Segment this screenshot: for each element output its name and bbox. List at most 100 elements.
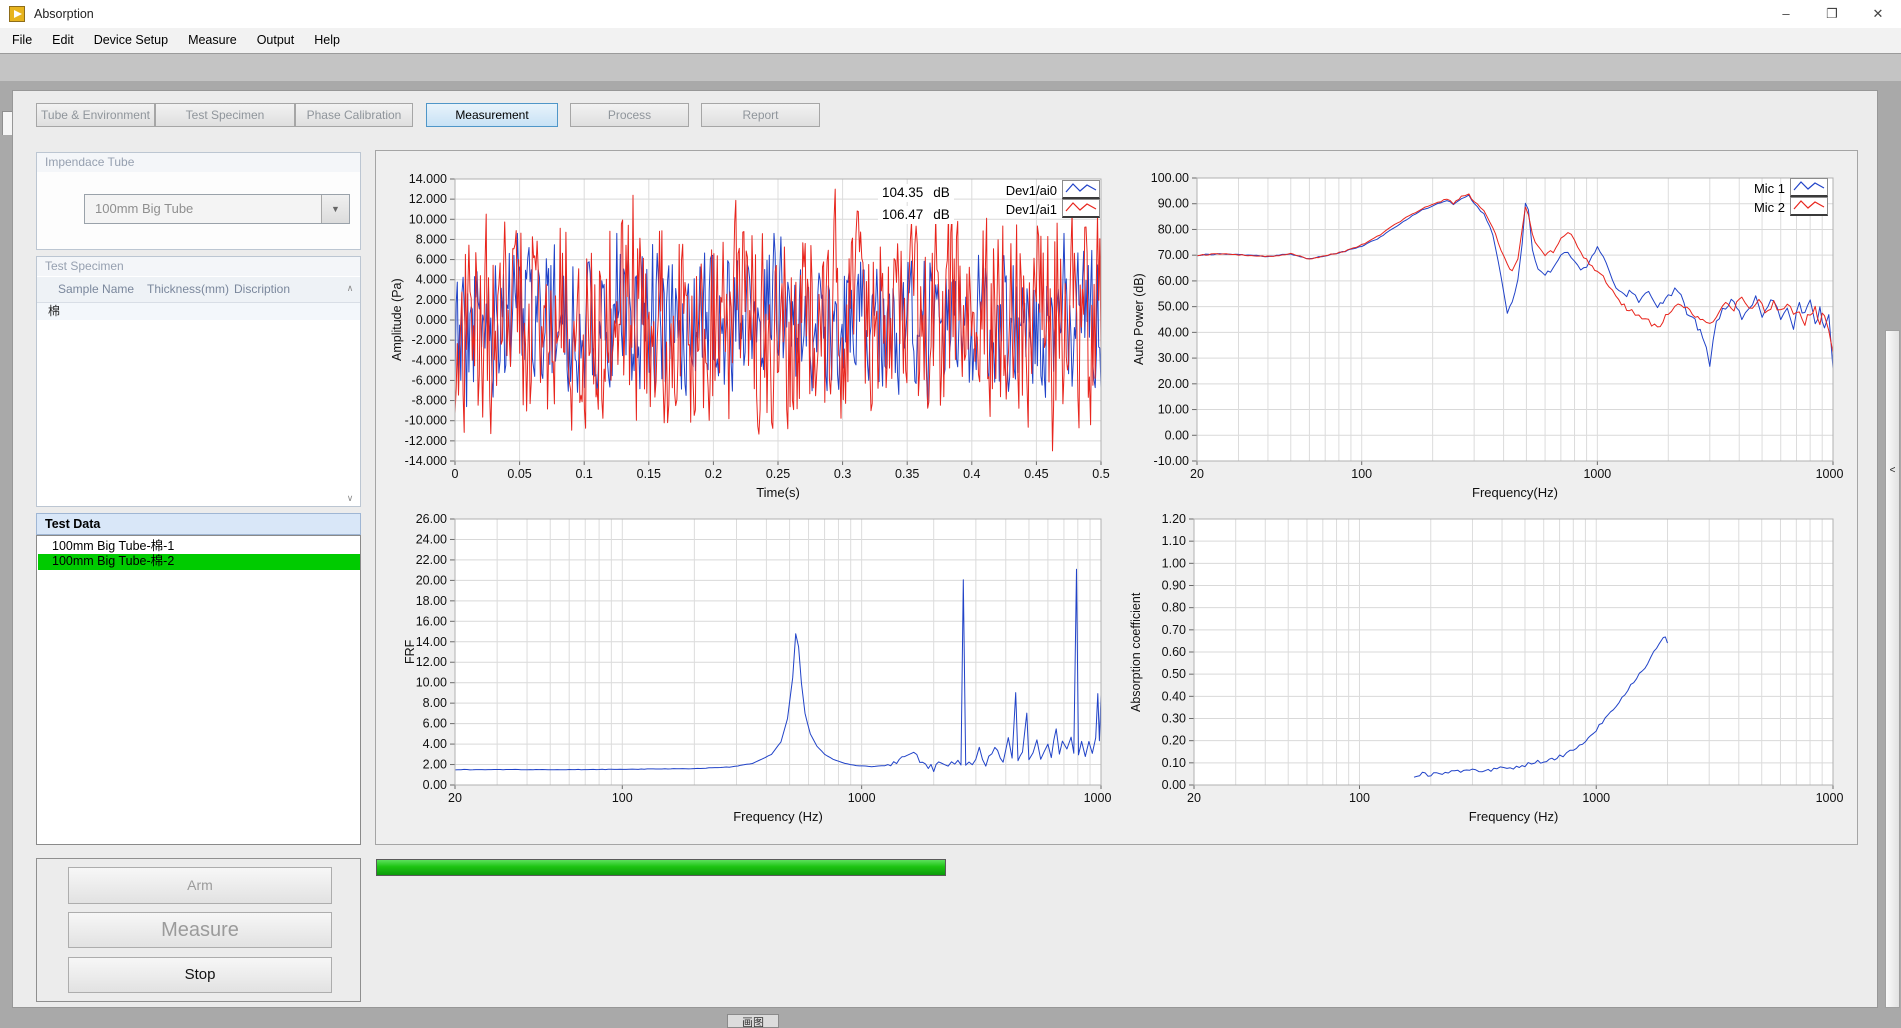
channel1-level-readout: 104.35dB [878,184,954,202]
scroll-down-icon[interactable]: ∨ [343,492,357,504]
svg-text:0.00: 0.00 [1165,428,1189,442]
svg-text:0.4: 0.4 [963,467,980,481]
svg-text:0.80: 0.80 [1162,601,1186,615]
stop-button[interactable]: Stop [68,957,332,993]
svg-text:100.00: 100.00 [1151,171,1189,185]
svg-text:-14.000: -14.000 [405,454,447,468]
scroll-up-icon[interactable]: ∧ [343,282,357,294]
svg-text:18.00: 18.00 [416,594,447,608]
svg-text:1.00: 1.00 [1162,556,1186,570]
svg-text:90.00: 90.00 [1158,197,1189,211]
menu-file[interactable]: File [2,28,42,53]
measure-button[interactable]: Measure [68,912,332,948]
svg-text:-10.000: -10.000 [405,414,447,428]
svg-text:0.60: 0.60 [1162,645,1186,659]
svg-text:0.1: 0.1 [576,467,593,481]
menu-help[interactable]: Help [304,28,350,53]
close-button[interactable]: ✕ [1855,0,1901,28]
minimize-button[interactable]: – [1763,0,1809,28]
legend-line-icon-blue [1062,180,1100,199]
svg-text:0.00: 0.00 [423,778,447,792]
svg-text:8.00: 8.00 [423,696,447,710]
tube-select-value: 100mm Big Tube [95,201,193,216]
subtab-measurement[interactable]: Measurement [426,103,558,127]
svg-text:14.000: 14.000 [409,172,447,186]
menu-output[interactable]: Output [247,28,305,53]
svg-text:-8.000: -8.000 [412,394,447,408]
subtab-test-specimen[interactable]: Test Specimen [155,103,295,127]
tube-select-dropdown[interactable]: 100mm Big Tube ▼ [84,194,350,224]
column-sample-name: Sample Name [58,282,134,296]
subtab-process[interactable]: Process [570,103,689,127]
app-window: Absorption – ❐ ✕ File Edit Device Setup … [0,0,1901,1028]
svg-text:0.30: 0.30 [1162,712,1186,726]
svg-text:0.70: 0.70 [1162,623,1186,637]
svg-text:4.000: 4.000 [416,273,447,287]
svg-text:12.00: 12.00 [416,655,447,669]
legend-mic1: Mic 1 [1715,179,1785,198]
test-specimen-section-label: Test Specimen [36,256,361,277]
svg-text:20: 20 [448,791,462,805]
svg-text:30.00: 30.00 [1158,351,1189,365]
svg-text:0.35: 0.35 [895,467,919,481]
svg-text:1000: 1000 [848,791,876,805]
svg-text:100: 100 [1349,791,1370,805]
svg-text:60.00: 60.00 [1158,274,1189,288]
svg-text:14.00: 14.00 [416,635,447,649]
svg-text:0.00: 0.00 [1162,778,1186,792]
svg-text:10000: 10000 [1816,467,1843,481]
svg-text:100: 100 [1351,467,1372,481]
app-icon [9,6,25,22]
background-window-hint[interactable]: 画图 [727,1014,779,1028]
svg-text:20: 20 [1187,791,1201,805]
svg-text:10000: 10000 [1816,791,1843,805]
svg-text:10.00: 10.00 [416,676,447,690]
svg-text:0.40: 0.40 [1162,689,1186,703]
svg-text:-6.000: -6.000 [412,373,447,387]
title-bar: Absorption – ❐ ✕ [0,0,1901,29]
svg-text:1000: 1000 [1582,791,1610,805]
svg-text:8.000: 8.000 [416,232,447,246]
svg-text:40.00: 40.00 [1158,325,1189,339]
subtab-phase-calibration[interactable]: Phase Calibration [295,103,413,127]
svg-text:Frequency (Hz): Frequency (Hz) [733,809,823,824]
svg-text:10.000: 10.000 [409,212,447,226]
table-row[interactable]: 棉 [37,303,360,320]
svg-text:0.10: 0.10 [1162,756,1186,770]
arm-button[interactable]: Arm [68,867,332,904]
collapse-left-icon[interactable]: < [1886,465,1899,476]
svg-text:26.00: 26.00 [416,512,447,526]
legend-dev1-ai1: Dev1/ai1 [985,200,1057,219]
svg-text:20: 20 [1190,467,1204,481]
subtab-tube-environment[interactable]: Tube & Environment [36,103,155,127]
svg-text:20.00: 20.00 [1158,377,1189,391]
legend-dev1-ai0: Dev1/ai0 [985,181,1057,200]
svg-text:0.2: 0.2 [705,467,722,481]
side-collapse-strip[interactable]: < [1885,330,1900,1008]
menu-bar: File Edit Device Setup Measure Output He… [0,28,1901,54]
column-thickness: Thickness(mm) [147,282,229,296]
impedance-tube-section-label: Impendace Tube [36,152,361,173]
svg-text:10.00: 10.00 [1158,403,1189,417]
progress-bar [376,859,946,876]
svg-text:6.00: 6.00 [423,717,447,731]
svg-text:0.50: 0.50 [1162,667,1186,681]
menu-measure[interactable]: Measure [178,28,247,53]
maximize-button[interactable]: ❐ [1809,0,1855,28]
legend-line-icon-mic1 [1790,178,1828,197]
svg-text:-10.00: -10.00 [1154,454,1189,468]
chevron-down-icon[interactable]: ▼ [321,195,349,223]
menu-device-setup[interactable]: Device Setup [84,28,178,53]
svg-text:100: 100 [612,791,633,805]
menu-edit[interactable]: Edit [42,28,84,53]
svg-text:0.25: 0.25 [766,467,790,481]
subtab-report[interactable]: Report [701,103,820,127]
svg-text:80.00: 80.00 [1158,222,1189,236]
test-data-listbox [36,535,361,845]
svg-text:50.00: 50.00 [1158,300,1189,314]
tab-strip: Documentation Channel Setup Absorption [0,54,1901,81]
svg-text:1000: 1000 [1583,467,1611,481]
list-item-selected[interactable]: 100mm Big Tube-棉-2 [38,554,360,570]
svg-text:0.5: 0.5 [1092,467,1109,481]
list-item[interactable]: 100mm Big Tube-棉-1 [38,539,360,554]
